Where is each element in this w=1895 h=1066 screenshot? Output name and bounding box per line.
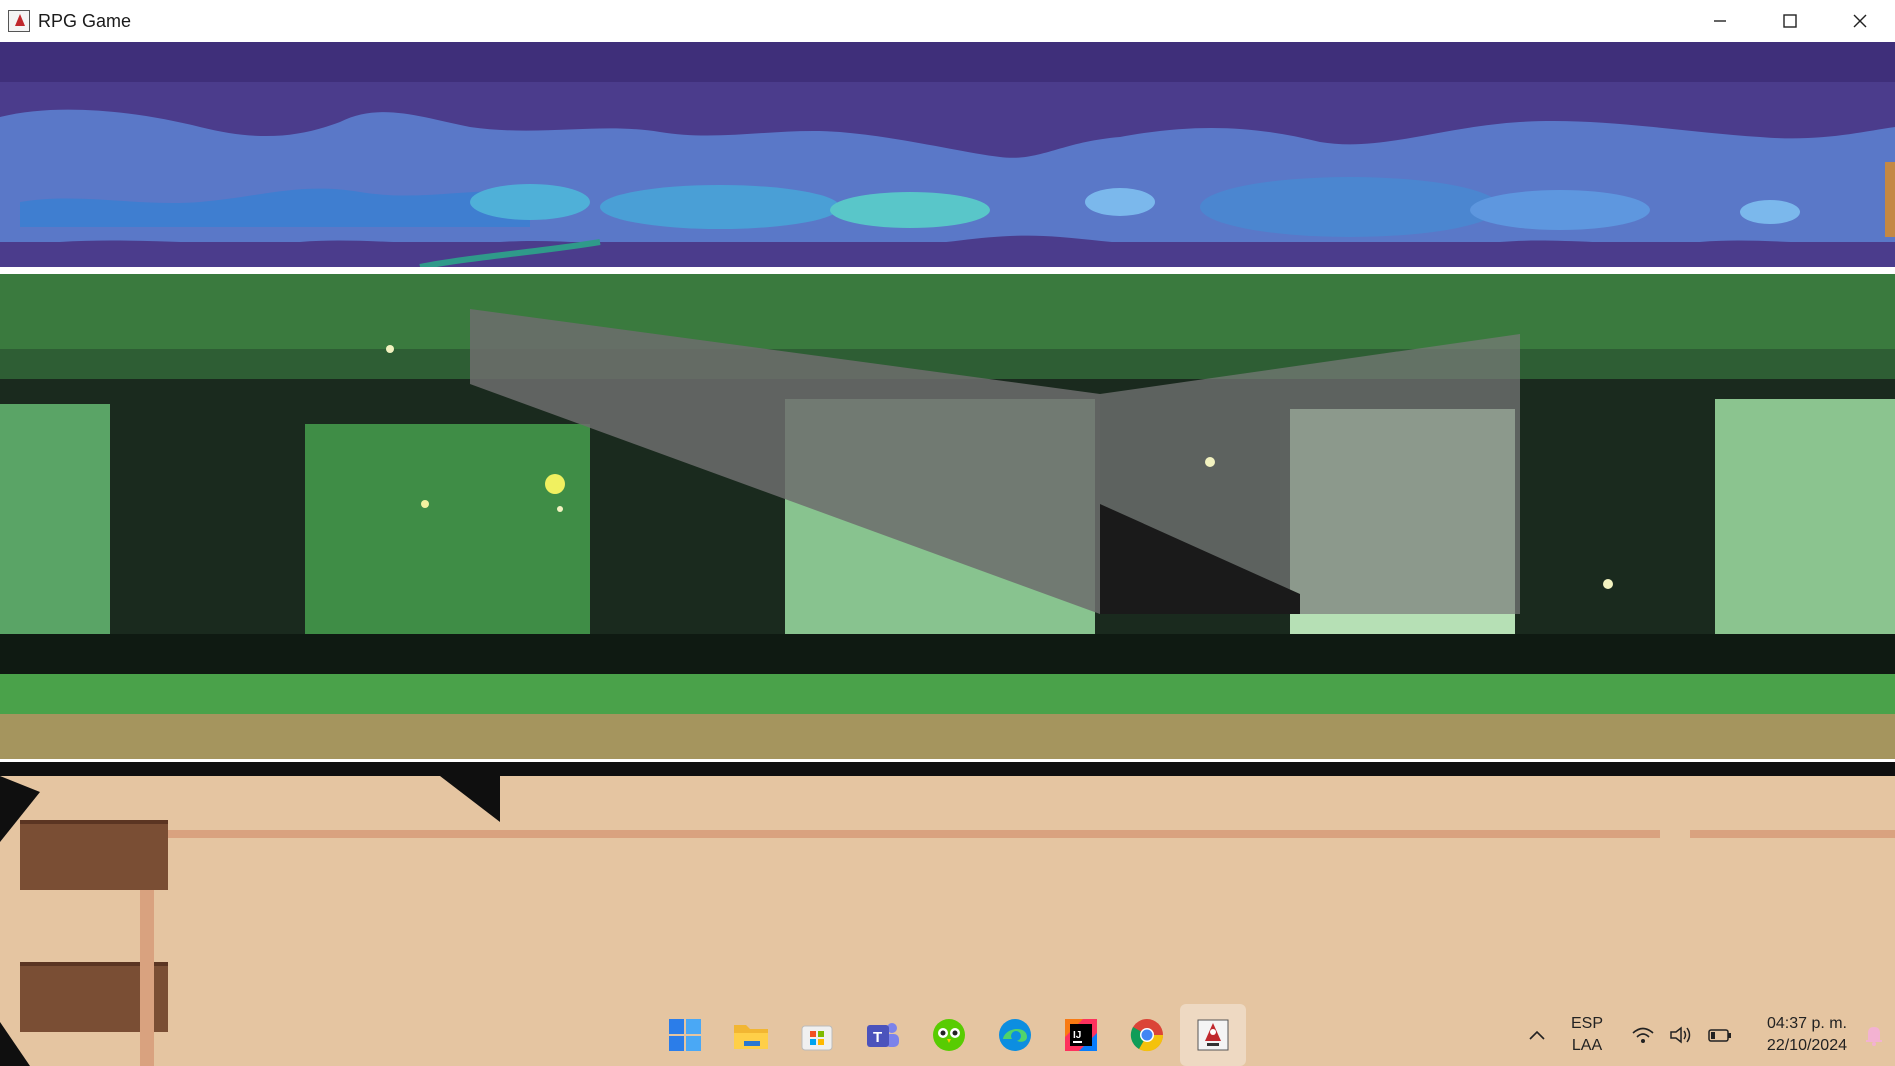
bell-icon bbox=[1866, 1027, 1882, 1046]
window-controls bbox=[1685, 0, 1895, 42]
forest-background-layer bbox=[0, 274, 1895, 794]
clock-date: 22/10/2024 bbox=[1766, 1037, 1847, 1054]
edge-icon bbox=[999, 1019, 1031, 1051]
battery-icon bbox=[1708, 1029, 1731, 1042]
java-app-icon bbox=[1197, 1019, 1229, 1051]
chrome-button[interactable] bbox=[1114, 1004, 1180, 1066]
wifi-icon bbox=[1632, 1027, 1654, 1043]
teams-button[interactable]: T bbox=[850, 1004, 916, 1066]
file-explorer-button[interactable] bbox=[718, 1004, 784, 1066]
minimize-button[interactable] bbox=[1685, 0, 1755, 42]
microsoft-store-button[interactable] bbox=[784, 1004, 850, 1066]
clock[interactable]: 04:37 p. m. 22/10/2024 bbox=[1747, 1013, 1847, 1057]
intellij-icon: IJ bbox=[1065, 1019, 1097, 1051]
start-icon bbox=[669, 1019, 701, 1051]
java-app-icon bbox=[8, 10, 30, 32]
svg-text:T: T bbox=[873, 1029, 882, 1046]
duolingo-icon bbox=[933, 1019, 965, 1051]
game-canvas[interactable]: T IJ ESP LAA 04:37 p. m. 22/10/2024 bbox=[0, 42, 1895, 1066]
maximize-button[interactable] bbox=[1755, 0, 1825, 42]
close-icon bbox=[1853, 14, 1867, 28]
keyboard-layout-code: LAA bbox=[1571, 1037, 1603, 1054]
start-button[interactable] bbox=[652, 1004, 718, 1066]
show-hidden-icons-button[interactable] bbox=[1517, 1029, 1557, 1041]
quick-settings-button[interactable] bbox=[1631, 1025, 1733, 1045]
notifications-button[interactable] bbox=[1859, 1024, 1889, 1046]
close-button[interactable] bbox=[1825, 0, 1895, 42]
window-titlebar[interactable]: RPG Game bbox=[0, 0, 1895, 42]
chevron-up-icon bbox=[1529, 1030, 1545, 1040]
taskbar-apps: T IJ bbox=[652, 1004, 1246, 1066]
minimize-icon bbox=[1714, 20, 1726, 22]
input-language-indicator[interactable]: ESP LAA bbox=[1557, 1013, 1617, 1057]
file-explorer-icon bbox=[734, 1025, 768, 1049]
rpg-game-taskbar-button[interactable] bbox=[1180, 1004, 1246, 1066]
language-code: ESP bbox=[1570, 1015, 1603, 1032]
clock-time: 04:37 p. m. bbox=[1766, 1015, 1847, 1032]
cave-background-layer bbox=[0, 42, 1895, 267]
system-tray: ESP LAA 04:37 p. m. 22/10/2024 bbox=[1517, 1004, 1895, 1066]
teams-icon: T bbox=[867, 1023, 899, 1047]
duolingo-button[interactable] bbox=[916, 1004, 982, 1066]
taskbar: T IJ ESP LAA 04:37 p. m. 22/10/2024 bbox=[0, 1004, 1895, 1066]
maximize-icon bbox=[1783, 14, 1797, 28]
svg-text:IJ: IJ bbox=[1073, 1030, 1081, 1041]
window-title: RPG Game bbox=[38, 10, 132, 31]
chrome-icon bbox=[1130, 1019, 1164, 1052]
microsoft-store-icon bbox=[801, 1025, 833, 1051]
volume-icon bbox=[1670, 1026, 1691, 1044]
intellij-button[interactable]: IJ bbox=[1048, 1004, 1114, 1066]
edge-button[interactable] bbox=[982, 1004, 1048, 1066]
